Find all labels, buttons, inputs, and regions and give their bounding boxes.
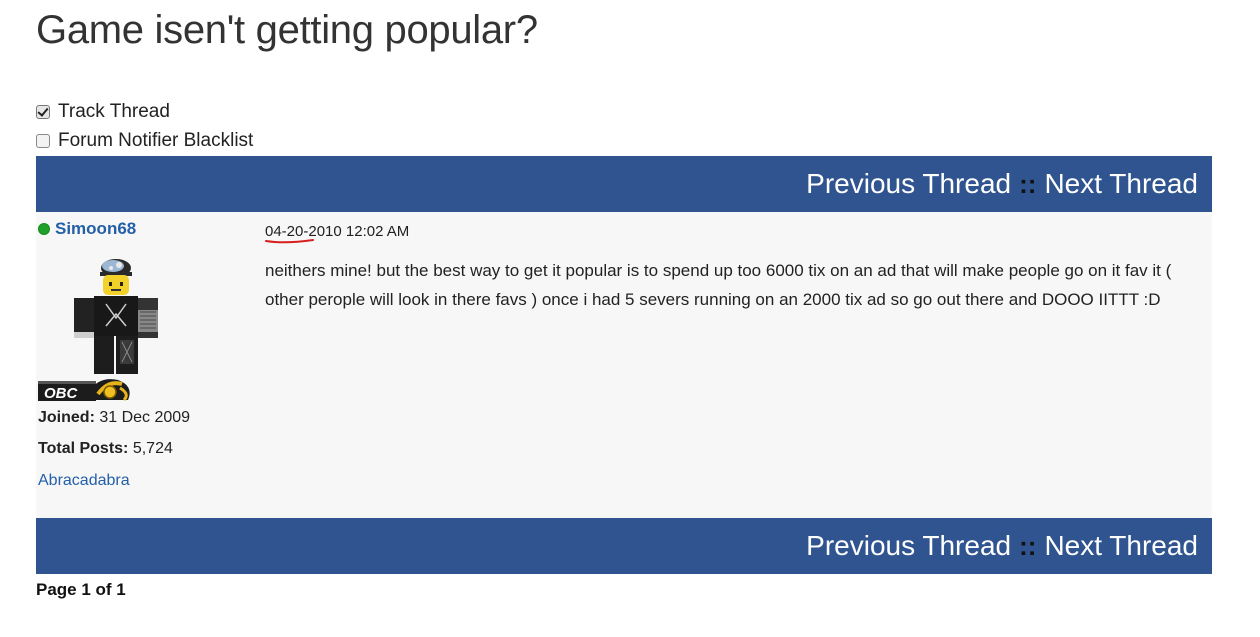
pagination-text: Page 1 of 1 (36, 580, 126, 599)
author-total-posts: Total Posts: 5,724 (38, 440, 173, 458)
next-thread-link[interactable]: Next Thread (1044, 168, 1198, 200)
thread-nav-bottom: Previous Thread :: Next Thread (36, 518, 1212, 574)
forum-notifier-blacklist-checkbox[interactable] (36, 134, 50, 148)
obc-badge-icon: OBC (38, 379, 130, 401)
online-dot-icon (38, 223, 50, 235)
total-posts-value: 5,724 (132, 440, 173, 457)
previous-thread-link[interactable]: Previous Thread (806, 168, 1011, 200)
nav-separator-bottom: :: (1019, 530, 1037, 561)
author-joined: Joined: 31 Dec 2009 (38, 409, 190, 427)
previous-thread-link-bottom[interactable]: Previous Thread (806, 530, 1011, 562)
post-body: neithers mine! but the best way to get i… (265, 261, 1172, 309)
joined-label: Joined: (38, 409, 95, 426)
author-signature-link[interactable]: Abracadabra (38, 472, 130, 490)
track-thread-checkbox[interactable] (36, 105, 50, 119)
track-thread-label[interactable]: Track Thread (58, 101, 170, 123)
avatar[interactable] (66, 256, 162, 376)
track-thread-option[interactable]: Track Thread (36, 101, 170, 123)
obc-badge-text: OBC (44, 385, 79, 401)
red-underline-annotation (265, 239, 314, 244)
thread-nav-top: Previous Thread :: Next Thread (36, 156, 1212, 212)
forum-post: Simoon68 OBC Joined: 31 Dec 2009 Total P… (36, 212, 1212, 518)
joined-value: 31 Dec 2009 (99, 409, 191, 426)
forum-notifier-blacklist-option[interactable]: Forum Notifier Blacklist (36, 130, 253, 152)
post-author-panel: Simoon68 OBC Joined: 31 Dec 2009 Total P… (36, 212, 256, 518)
page-title: Game isen't getting popular? (36, 8, 538, 52)
username-row: Simoon68 (38, 219, 136, 239)
total-posts-label: Total Posts: (38, 440, 129, 457)
next-thread-link-bottom[interactable]: Next Thread (1044, 530, 1198, 562)
nav-separator: :: (1019, 168, 1037, 199)
author-username-link[interactable]: Simoon68 (55, 219, 136, 239)
forum-notifier-blacklist-label[interactable]: Forum Notifier Blacklist (58, 130, 253, 152)
